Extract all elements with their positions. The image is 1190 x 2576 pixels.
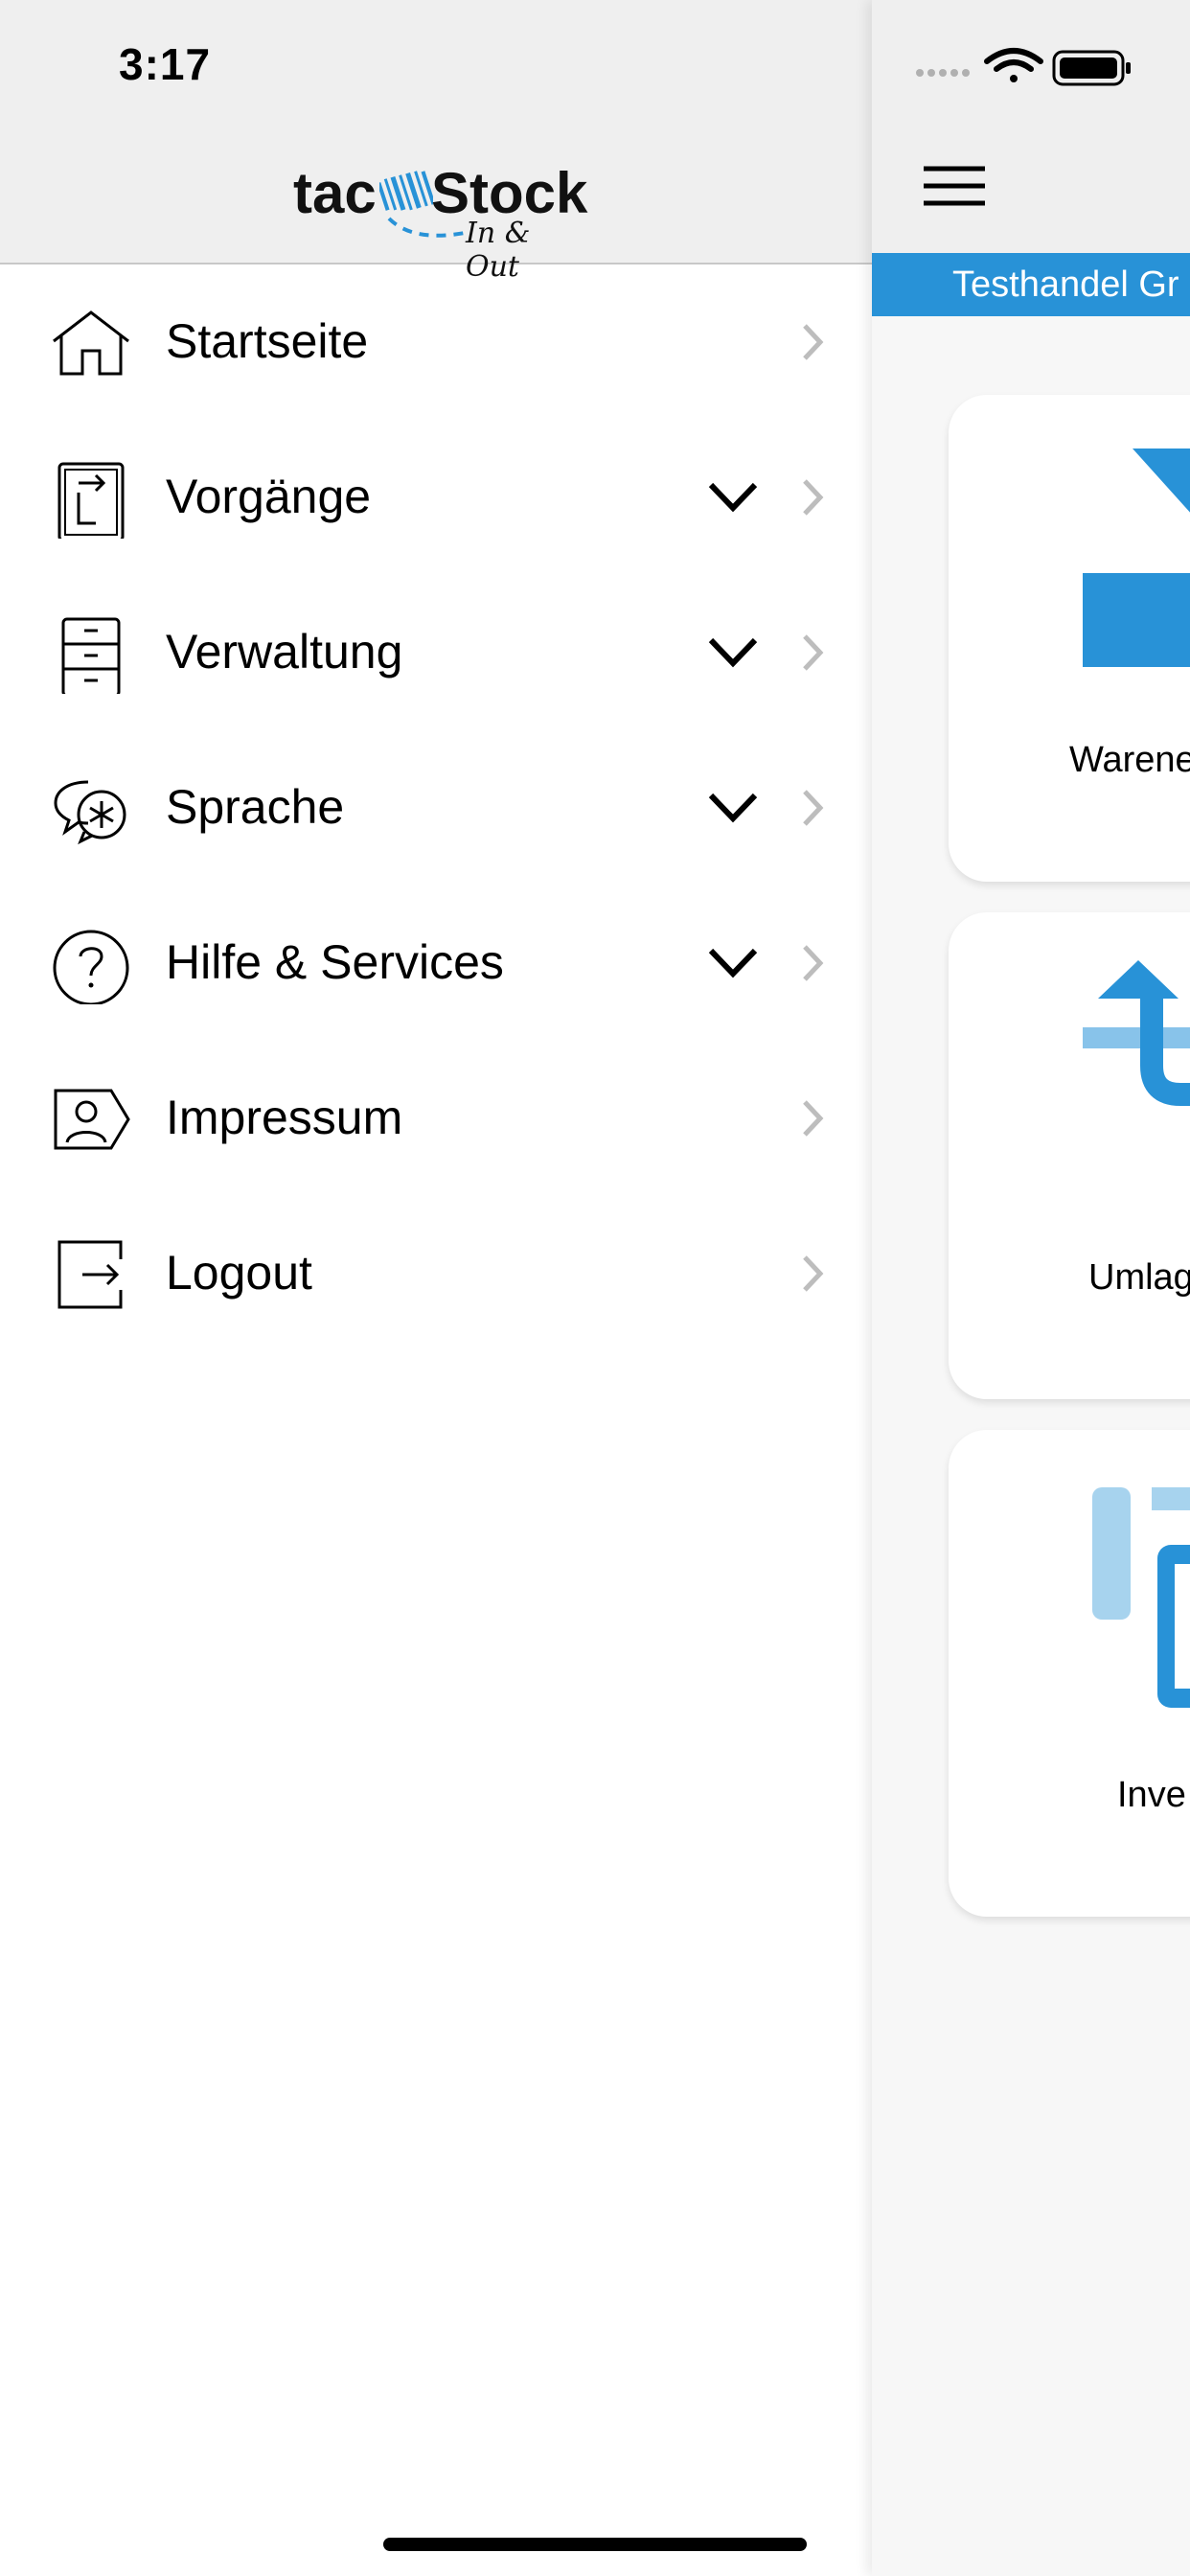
- signal-icon: [916, 69, 970, 77]
- status-icons: [916, 48, 1131, 86]
- help-icon: [53, 930, 129, 1004]
- logo-text-tac: tac: [293, 161, 377, 225]
- chevron-right-icon: [803, 324, 824, 360]
- menu-label: Verwaltung: [166, 625, 403, 678]
- chevron-right-icon: [803, 1100, 824, 1137]
- tile-goods-receipt[interactable]: Warene: [949, 395, 1190, 882]
- battery-icon: [1052, 50, 1131, 86]
- relocation-icon: [1083, 960, 1190, 1106]
- menu-item-startseite[interactable]: Startseite: [0, 264, 872, 420]
- chevron-right-icon: [803, 945, 824, 981]
- status-time: 3:17: [119, 39, 212, 89]
- expand-caret-icon[interactable]: [705, 788, 761, 826]
- menu-item-impressum[interactable]: Impressum: [0, 1041, 872, 1196]
- tile-relocation[interactable]: Umlag: [949, 912, 1190, 1399]
- menu-label: Impressum: [166, 1091, 403, 1144]
- main-content: Testhandel Gr Warene Umlag Inve: [872, 0, 1190, 2576]
- inventory-icon: [1092, 1487, 1190, 1708]
- company-name: Testhandel Gr: [952, 264, 1179, 305]
- chevron-right-icon: [803, 479, 824, 516]
- goods-receipt-icon: [1083, 448, 1190, 667]
- menu-label: Vorgänge: [166, 470, 372, 523]
- menu-item-logout[interactable]: Logout: [0, 1196, 872, 1351]
- menu-label: Logout: [166, 1246, 312, 1300]
- menu-label: Sprache: [166, 780, 345, 834]
- drawer-header: 3:17 tac Stock In & Out: [0, 0, 872, 284]
- navigation-drawer: 3:17 tac Stock In & Out Startseite Vorgä…: [0, 0, 872, 2576]
- expand-caret-icon[interactable]: [705, 632, 761, 671]
- home-icon: [53, 310, 129, 376]
- menu-label: Hilfe & Services: [166, 935, 504, 989]
- expand-caret-icon[interactable]: [705, 477, 761, 516]
- hamburger-menu-icon[interactable]: [922, 165, 987, 207]
- chevron-right-icon: [803, 790, 824, 826]
- drawer-menu: Startseite Vorgänge Verwaltung Sprache H…: [0, 264, 872, 1351]
- main-header: [872, 0, 1190, 253]
- home-indicator: [383, 2538, 807, 2551]
- logout-icon: [57, 1240, 123, 1309]
- menu-item-verwaltung[interactable]: Verwaltung: [0, 575, 872, 730]
- document-transfer-icon: [57, 462, 125, 539]
- company-bar: Testhandel Gr: [872, 253, 1190, 316]
- imprint-id-icon: [54, 1089, 130, 1150]
- menu-item-sprache[interactable]: Sprache: [0, 730, 872, 886]
- app-logo: tac Stock In & Out: [293, 161, 587, 284]
- filing-cabinet-icon: [61, 617, 121, 694]
- menu-item-hilfe-services[interactable]: Hilfe & Services: [0, 886, 872, 1041]
- barcode-icon: [379, 171, 433, 211]
- tile-inventory[interactable]: Inve: [949, 1430, 1190, 1917]
- menu-item-vorgaenge[interactable]: Vorgänge: [0, 420, 872, 575]
- menu-label: Startseite: [166, 314, 369, 368]
- chevron-right-icon: [803, 1255, 824, 1292]
- chevron-right-icon: [803, 634, 824, 671]
- wifi-icon: [984, 48, 1043, 82]
- tile-label: Umlag: [1088, 1257, 1190, 1298]
- language-chat-icon: [54, 780, 126, 845]
- tile-label: Inve: [1117, 1775, 1186, 1815]
- logo-swoosh: [387, 217, 470, 238]
- expand-caret-icon[interactable]: [705, 943, 761, 981]
- tile-label: Warene: [1069, 740, 1190, 780]
